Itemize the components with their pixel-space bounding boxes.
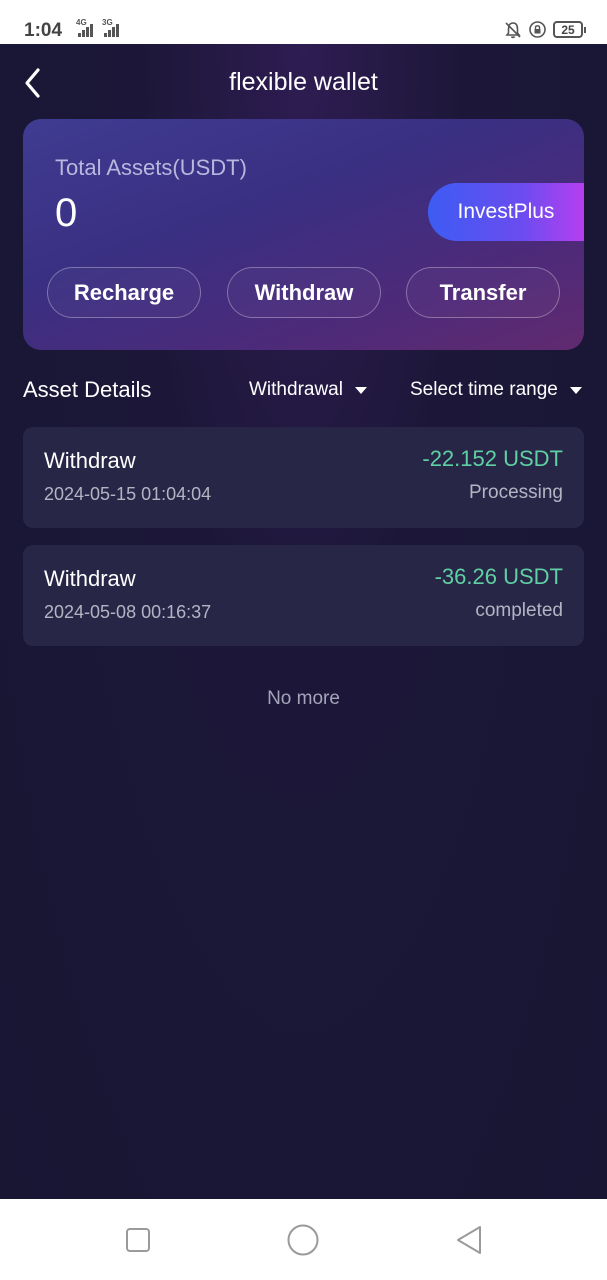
total-assets-label: Total Assets(USDT) — [55, 155, 247, 180]
battery-icon: 25 — [553, 21, 586, 38]
battery-level: 25 — [561, 22, 575, 37]
total-assets-value: 0 — [55, 191, 78, 235]
time-range-label: Select time range — [410, 379, 558, 400]
navigation-bar — [0, 1199, 607, 1280]
record-amount: -36.26 USDT — [434, 564, 563, 589]
list-item[interactable]: Withdraw 2024-05-08 00:16:37 -36.26 USDT… — [23, 545, 584, 646]
record-status: Processing — [469, 482, 563, 503]
home-icon — [287, 1224, 319, 1256]
type-filter-dropdown[interactable]: Withdrawal — [249, 379, 367, 401]
transfer-button[interactable]: Transfer — [406, 267, 560, 318]
asset-details-filter-bar: Asset Details Withdrawal Select time ran… — [0, 374, 607, 408]
record-time: 2024-05-08 00:16:37 — [44, 602, 212, 622]
status-time: 1:04 — [24, 20, 63, 41]
back-nav-button[interactable] — [452, 1223, 486, 1257]
page-title: flexible wallet — [229, 68, 378, 96]
record-amount: -22.152 USDT — [422, 446, 563, 471]
home-button[interactable] — [286, 1223, 320, 1257]
asset-details-title: Asset Details — [23, 377, 152, 402]
recent-apps-icon — [126, 1228, 150, 1252]
list-end-text: No more — [267, 688, 340, 709]
time-range-dropdown[interactable]: Select time range — [410, 379, 582, 401]
bell-off-icon — [505, 21, 521, 38]
signal-icon — [104, 23, 119, 37]
wallet-screen: flexible wallet Total Assets(USDT) 0 Inv… — [0, 44, 607, 1199]
investplus-button[interactable]: InvestPlus — [428, 183, 584, 241]
withdraw-button[interactable]: Withdraw — [227, 267, 381, 318]
record-time: 2024-05-15 01:04:04 — [44, 484, 212, 504]
lock-rotation-icon — [529, 21, 546, 38]
caret-down-icon — [354, 386, 367, 394]
signal-icon — [78, 23, 93, 37]
record-status: completed — [475, 600, 563, 621]
caret-down-icon — [569, 386, 582, 394]
type-filter-label: Withdrawal — [249, 379, 343, 400]
recharge-button[interactable]: Recharge — [47, 267, 201, 318]
total-assets-card: Total Assets(USDT) 0 InvestPlus Recharge… — [23, 119, 584, 350]
back-triangle-icon — [457, 1226, 481, 1254]
record-type: Withdraw — [44, 448, 136, 473]
status-bar: 1:04 4G 3G 25 — [0, 0, 607, 44]
record-type: Withdraw — [44, 566, 136, 591]
header: flexible wallet — [0, 44, 607, 118]
list-item[interactable]: Withdraw 2024-05-15 01:04:04 -22.152 USD… — [23, 427, 584, 528]
recent-apps-button[interactable] — [121, 1223, 155, 1257]
